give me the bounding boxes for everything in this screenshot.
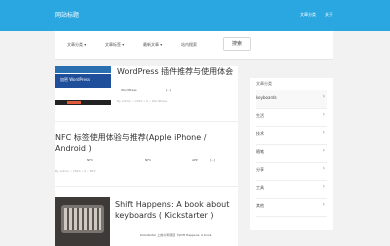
sidebar-item-4[interactable]: 随笔 › xyxy=(256,144,327,163)
nav-item-3[interactable]: 最新文章 ▾ xyxy=(143,42,162,48)
sidebar-item-5[interactable]: 分享 › xyxy=(256,162,327,181)
sidebar-item-1[interactable]: keyboards › xyxy=(256,90,327,109)
sidebar-item-7[interactable]: 其他 › xyxy=(256,198,327,217)
header-link-1[interactable]: 文章分类 xyxy=(300,12,316,18)
post-title[interactable]: Shift Happens: A book about keyboards ( … xyxy=(115,199,233,221)
post-title[interactable]: NFC 标签使用体验与推荐(Apple iPhone / Android ) xyxy=(55,132,225,154)
chevron-right-icon: › xyxy=(322,201,325,208)
post-excerpt: NFC xyxy=(87,158,94,162)
sidebar-item-label: 生活 xyxy=(256,113,264,118)
post-excerpt: WordPress xyxy=(121,88,137,92)
sidebar-item-label: 随笔 xyxy=(256,149,264,154)
post-meta: By admin • 2020 • 0 • WordPress xyxy=(117,99,168,103)
nav-item-4[interactable]: 站内搜索 xyxy=(181,42,197,48)
nav-item-1[interactable]: 文章分类 ▾ xyxy=(67,42,86,48)
sidebar-item-label: 分享 xyxy=(256,167,264,172)
sidebar-item-2[interactable]: 生活 › xyxy=(256,108,327,127)
search-button[interactable]: 搜索 xyxy=(223,37,251,51)
post-excerpt: [...] xyxy=(166,88,172,92)
sidebar-item-label: keyboards xyxy=(256,95,277,100)
sidebar: 文章分类 keyboards › 生活 › 技术 › 随笔 › 分享 › 工具 › 其他 › xyxy=(250,78,333,230)
header-link-2[interactable]: 关于 xyxy=(325,12,333,18)
thumbnail-caption: 加密 WordPress xyxy=(60,77,91,82)
divider xyxy=(55,121,238,122)
sidebar-item-3[interactable]: 技术 › xyxy=(256,126,327,145)
sidebar-title: 文章分类 xyxy=(256,81,272,86)
post-excerpt: NFC xyxy=(145,158,152,162)
site-header: 网站标题 文章分类 关于 xyxy=(0,0,390,31)
nav-item-2[interactable]: 文章标签 ▾ xyxy=(105,42,124,48)
post-thumbnail[interactable]: 加密 WordPress xyxy=(55,66,111,108)
nav-bar: 文章分类 ▾ 文章标签 ▾ 最新文章 ▾ 站内搜索 搜索 xyxy=(55,31,333,60)
post-excerpt: APP xyxy=(192,158,198,162)
post-list: 加密 WordPress WordPress 插件推荐与使用体会 WordPre… xyxy=(55,66,238,246)
post-excerpt: [...] xyxy=(210,158,216,162)
chevron-right-icon: › xyxy=(322,93,325,100)
sidebar-item-6[interactable]: 工具 › xyxy=(256,180,327,199)
post-meta: By admin • 2020 • 0 • NFC xyxy=(55,169,96,173)
site-logo[interactable]: 网站标题 xyxy=(55,10,79,19)
chevron-right-icon: › xyxy=(322,129,325,136)
divider xyxy=(55,186,238,187)
chevron-right-icon: › xyxy=(322,183,325,190)
sidebar-item-label: 工具 xyxy=(256,185,264,190)
post-excerpt: Kickstarter 上的众筹项目《Shift Happens: A book xyxy=(140,233,212,237)
chevron-right-icon: › xyxy=(322,165,325,172)
chevron-right-icon: › xyxy=(322,111,325,118)
sidebar-item-label: 技术 xyxy=(256,131,264,136)
sidebar-item-label: 其他 xyxy=(256,203,264,208)
post-thumbnail[interactable] xyxy=(55,197,110,246)
chevron-right-icon: › xyxy=(322,147,325,154)
post-title[interactable]: WordPress 插件推荐与使用体会 xyxy=(117,67,237,77)
